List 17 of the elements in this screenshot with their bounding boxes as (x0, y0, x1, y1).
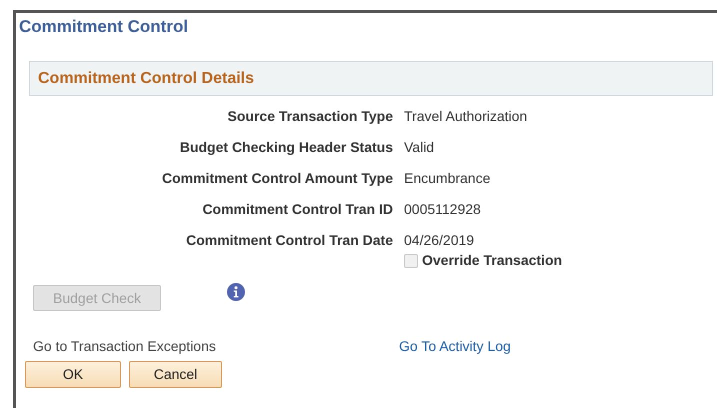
link[interactable]: Go To Activity Log (399, 336, 511, 357)
field-value: 04/26/2019 (404, 231, 474, 250)
checkbox-label: Override Transaction (422, 251, 562, 270)
field-label: Budget Checking Header Status (178, 138, 393, 157)
field-value: 0005112928 (404, 200, 481, 219)
field-value: Valid (404, 138, 434, 157)
page-title: Commitment Control (19, 16, 190, 38)
field-label: Source Transaction Type (226, 107, 393, 126)
info-icon[interactable] (227, 283, 245, 301)
field-value: Encumbrance (404, 169, 490, 188)
field-label: Commitment Control Tran ID (201, 200, 393, 219)
dialog-button[interactable]: OK (25, 361, 121, 388)
field-label: Commitment Control Tran Date (185, 231, 393, 250)
section-title: Commitment Control Details (38, 68, 254, 88)
field-label: Commitment Control Amount Type (161, 169, 393, 188)
dialog-button[interactable]: Cancel (129, 361, 222, 388)
field-value: Travel Authorization (404, 107, 528, 126)
